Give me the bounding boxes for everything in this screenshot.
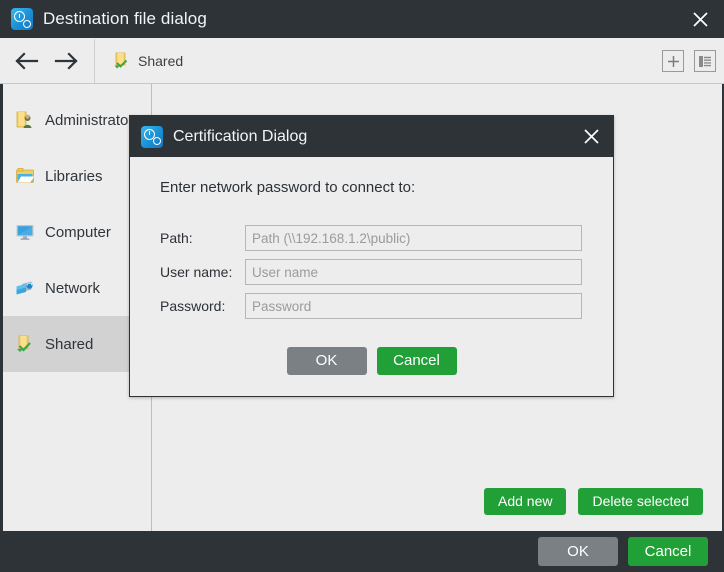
username-label: User name: — [160, 264, 233, 280]
nav-divider — [94, 38, 95, 83]
password-label: Password: — [160, 298, 226, 314]
close-icon[interactable] — [569, 116, 613, 157]
breadcrumb[interactable]: Shared — [97, 38, 183, 83]
destination-file-dialog-window: Destination file dialog Shared Administr… — [0, 0, 724, 572]
toolbar-right — [662, 38, 716, 84]
dialog-ok-button[interactable]: OK — [286, 347, 367, 375]
sidebar-item-label: Shared — [45, 335, 94, 353]
dialog-title-bar: Certification Dialog — [130, 116, 613, 157]
dialog-cancel-button[interactable]: Cancel — [376, 347, 457, 375]
sidebar-item-label: Administrator — [45, 111, 134, 129]
user-folder-icon — [16, 111, 32, 128]
content-action-bar: Add new Delete selected — [484, 488, 703, 515]
dialog-prompt: Enter network password to connect to: — [160, 179, 416, 196]
arrow-right-icon[interactable] — [46, 41, 86, 81]
sidebar-item-label: Network — [45, 279, 101, 297]
form-row-username: User name: — [160, 259, 582, 285]
dialog-title: Certification Dialog — [173, 127, 308, 145]
form-row-path: Path: — [160, 225, 582, 251]
window-footer: OK Cancel — [0, 531, 724, 572]
certification-dialog: Certification Dialog Enter network passw… — [129, 115, 614, 397]
sidebar-item-label: Computer — [45, 223, 111, 241]
cancel-button[interactable]: Cancel — [628, 537, 708, 566]
shared-folder-icon — [17, 335, 31, 352]
path-label: Path: — [160, 230, 193, 246]
monitor-icon — [16, 225, 34, 240]
delete-selected-button[interactable]: Delete selected — [578, 488, 703, 515]
window-title-bar: Destination file dialog — [0, 0, 724, 38]
arrow-left-icon[interactable] — [6, 41, 46, 81]
dialog-body: Enter network password to connect to: Pa… — [130, 157, 613, 396]
path-input[interactable] — [245, 225, 582, 251]
window-title: Destination file dialog — [43, 9, 207, 28]
libraries-folder-icon — [16, 168, 34, 183]
password-input[interactable] — [245, 293, 582, 319]
shared-folder-icon — [114, 52, 128, 68]
app-clock-gear-icon — [11, 8, 33, 30]
username-input[interactable] — [245, 259, 582, 285]
credentials-form: Path: User name: Password: — [160, 225, 582, 327]
form-row-password: Password: — [160, 293, 582, 319]
app-clock-gear-icon — [141, 125, 163, 148]
add-new-button[interactable]: Add new — [484, 488, 567, 515]
breadcrumb-label: Shared — [138, 52, 184, 69]
network-icon — [16, 281, 33, 295]
nav-arrow-group — [0, 38, 92, 83]
dialog-action-bar: OK Cancel — [130, 347, 613, 375]
navigation-bar: Shared — [0, 38, 724, 84]
close-icon[interactable] — [676, 0, 724, 38]
ok-button[interactable]: OK — [538, 537, 618, 566]
sidebar-item-label: Libraries — [45, 167, 103, 185]
plus-icon[interactable] — [662, 50, 684, 72]
list-view-icon[interactable] — [694, 50, 716, 72]
